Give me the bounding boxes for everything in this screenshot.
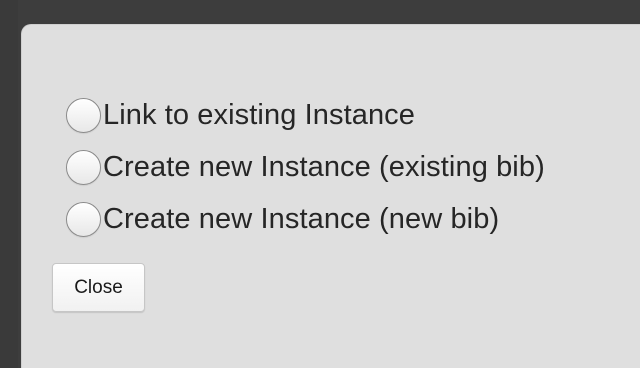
instance-dialog: Link to existing Instance Create new Ins…: [21, 24, 640, 368]
modal-backdrop-edge: [0, 0, 18, 368]
option-label: Create new Instance (new bib): [103, 202, 500, 235]
radio-button[interactable]: [66, 201, 101, 237]
close-button[interactable]: Close: [52, 263, 145, 312]
option-link-existing-instance[interactable]: Link to existing Instance: [66, 89, 545, 141]
option-create-instance-new-bib[interactable]: Create new Instance (new bib): [66, 193, 545, 245]
radio-button[interactable]: [66, 149, 101, 185]
option-label: Link to existing Instance: [103, 98, 416, 131]
instance-option-group: Link to existing Instance Create new Ins…: [66, 89, 545, 245]
radio-button[interactable]: [66, 97, 101, 133]
option-create-instance-existing-bib[interactable]: Create new Instance (existing bib): [66, 141, 545, 193]
option-label: Create new Instance (existing bib): [103, 150, 545, 183]
